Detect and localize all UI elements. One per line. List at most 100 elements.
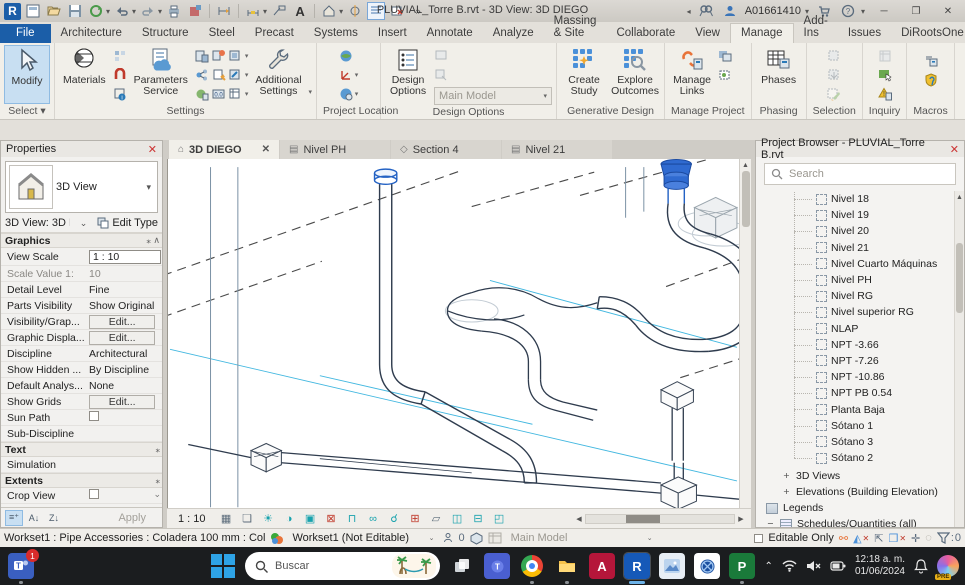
design-options-button[interactable]: Design Options: [385, 45, 431, 105]
minimize-button[interactable]: ─: [871, 2, 897, 20]
browser-scrollbar[interactable]: ▲: [954, 191, 964, 527]
3d-view-dropdown-icon[interactable]: ▾: [339, 7, 343, 16]
panel-select-label[interactable]: Select ▾: [0, 104, 54, 119]
tag-by-category-icon[interactable]: [270, 2, 288, 20]
tree-item-level[interactable]: Planta Baja: [760, 401, 954, 417]
active-workset-select[interactable]: Workset1 (Not Editable)⌄: [288, 531, 438, 546]
graphic-display-edit-button[interactable]: Edit...: [89, 331, 155, 345]
view-tab-nivel-21[interactable]: ▤ Nivel 21: [502, 140, 612, 159]
undo-icon[interactable]: [113, 2, 131, 20]
worksharing-display-icon[interactable]: ◰: [492, 511, 507, 527]
property-row[interactable]: Simulation: [1, 457, 162, 473]
task-view-icon[interactable]: [449, 553, 475, 579]
purge-unused-icon[interactable]: [212, 67, 226, 83]
ribbon-tab[interactable]: DiRootsOne: [891, 24, 965, 43]
property-row[interactable]: Graphic Displa... Edit...: [1, 330, 162, 346]
editable-only-checkbox[interactable]: Editable Only: [754, 532, 834, 544]
view-tab-nivel-ph[interactable]: ▤ Nivel PH: [280, 140, 390, 159]
revit-app-icon[interactable]: R: [4, 3, 21, 20]
copilot-icon[interactable]: PRE: [937, 555, 959, 577]
scroll-up-icon[interactable]: ▲: [954, 191, 965, 203]
save-icon[interactable]: [66, 2, 84, 20]
macro-manager-icon[interactable]: [924, 53, 938, 69]
start-button[interactable]: [210, 553, 236, 579]
canvas-vertical-scrollbar[interactable]: ▲: [739, 159, 751, 508]
property-row[interactable]: Show Hidden ... By Discipline: [1, 362, 162, 378]
close-button[interactable]: ✕: [935, 2, 961, 20]
property-row[interactable]: Parts Visibility Show Original: [1, 298, 162, 314]
property-row[interactable]: Sun Path: [1, 410, 162, 426]
notifications-bell-icon[interactable]: [914, 559, 928, 574]
view-scale-input[interactable]: 1 : 10: [89, 250, 161, 264]
volume-muted-icon[interactable]: [806, 560, 821, 572]
edit-type-button[interactable]: Edit Type: [97, 217, 158, 229]
design-option-select[interactable]: Main Model▾: [434, 87, 552, 105]
show-grids-edit-button[interactable]: Edit...: [89, 395, 155, 409]
chrome-icon[interactable]: [519, 553, 545, 579]
ribbon-tab[interactable]: View: [685, 24, 730, 43]
hide-analytical-model-icon[interactable]: ▱: [429, 511, 444, 527]
explore-outcomes-button[interactable]: Explore Outcomes: [610, 45, 660, 104]
project-units-icon[interactable]: 0.0: [212, 86, 226, 102]
location-icon[interactable]: [339, 48, 359, 64]
teams-icon[interactable]: T 1: [8, 553, 34, 579]
ribbon-tab[interactable]: Insert: [368, 24, 417, 43]
search-icon[interactable]: [697, 2, 715, 20]
project-parameters-icon[interactable]: [195, 48, 209, 64]
temporary-hide-isolate-icon[interactable]: ∞: [366, 511, 381, 527]
show-crop-region-icon[interactable]: ⊠: [324, 511, 339, 527]
sort-ascending-button[interactable]: A↓: [25, 510, 43, 526]
property-row[interactable]: Show Grids Edit...: [1, 394, 162, 410]
exclude-links-icon[interactable]: ❒✕: [888, 532, 906, 545]
tree-item-level[interactable]: Nivel 21: [760, 240, 954, 256]
select-by-id-icon[interactable]: [878, 67, 892, 83]
warnings-icon[interactable]: !: [878, 86, 892, 102]
project-information-icon[interactable]: i: [113, 86, 127, 102]
properties-scroll-down-icon[interactable]: ⌄: [153, 489, 161, 500]
redo-dropdown-icon[interactable]: ▾: [158, 7, 162, 16]
tree-item-level[interactable]: Sótano 1: [760, 418, 954, 434]
ribbon-tab[interactable]: Collaborate: [606, 24, 685, 43]
view-tab-3d-diego[interactable]: ⌂ 3D DIEGO ✕: [169, 140, 279, 159]
ribbon-tab[interactable]: Manage: [730, 23, 794, 43]
panel-schedule-templates-icon[interactable]: ▾: [229, 86, 249, 102]
expand-icon[interactable]: +: [782, 470, 791, 482]
autocad-icon[interactable]: A: [589, 553, 615, 579]
text-icon[interactable]: A: [291, 2, 309, 20]
position-icon[interactable]: ▾: [339, 86, 359, 102]
hidden-icons-chevron[interactable]: ⌃: [765, 561, 773, 572]
sun-path-icon[interactable]: ☀: [261, 511, 276, 527]
detail-level-icon[interactable]: ▦: [219, 511, 234, 527]
tree-node-elevations[interactable]: + Elevations (Building Elevation): [760, 484, 954, 500]
tree-item-level[interactable]: Nivel 20: [760, 223, 954, 239]
section-text[interactable]: Text⁎: [1, 442, 162, 457]
materials-button[interactable]: Materials: [59, 45, 110, 104]
help-dropdown-icon[interactable]: ▾: [861, 7, 865, 16]
ribbon-tab[interactable]: Structure: [132, 24, 199, 43]
sync-with-central-icon[interactable]: [87, 2, 105, 20]
sync-dropdown-icon[interactable]: ▾: [106, 7, 110, 16]
instance-dropdown-icon[interactable]: ⌄: [74, 218, 94, 229]
user-icon[interactable]: [721, 2, 739, 20]
tree-item-level[interactable]: NLAP: [760, 321, 954, 337]
tree-item-level[interactable]: Nivel 18: [760, 191, 954, 207]
create-study-button[interactable]: Create Study: [561, 45, 607, 104]
ribbon-tab[interactable]: Precast: [245, 24, 304, 43]
scroll-up-icon[interactable]: ▲: [740, 159, 752, 171]
aligned-dimension-icon[interactable]: [244, 2, 262, 20]
reveal-hidden-elements-icon[interactable]: ☌: [387, 511, 402, 527]
design-options-status-icon[interactable]: [470, 532, 483, 545]
tree-item-level[interactable]: Nivel superior RG: [760, 304, 954, 320]
restore-button[interactable]: ❐: [903, 2, 929, 20]
file-explorer-icon[interactable]: [554, 553, 580, 579]
highlight-displacement-sets-icon[interactable]: ◫: [450, 511, 465, 527]
crop-view-icon[interactable]: ▣: [303, 511, 318, 527]
taskbar-search[interactable]: Buscar: [245, 552, 440, 580]
property-row[interactable]: Visibility/Grap... Edit...: [1, 314, 162, 330]
selection-box-icon[interactable]: ◌: [925, 532, 932, 544]
sort-by-group-button[interactable]: ≡⁺: [5, 510, 23, 526]
tree-item-level[interactable]: NPT -7.26: [760, 353, 954, 369]
manage-images-icon[interactable]: [718, 48, 732, 64]
type-selector-dropdown-icon[interactable]: ▾: [140, 182, 157, 193]
active-design-option-select[interactable]: Main Model⌄: [507, 531, 657, 546]
